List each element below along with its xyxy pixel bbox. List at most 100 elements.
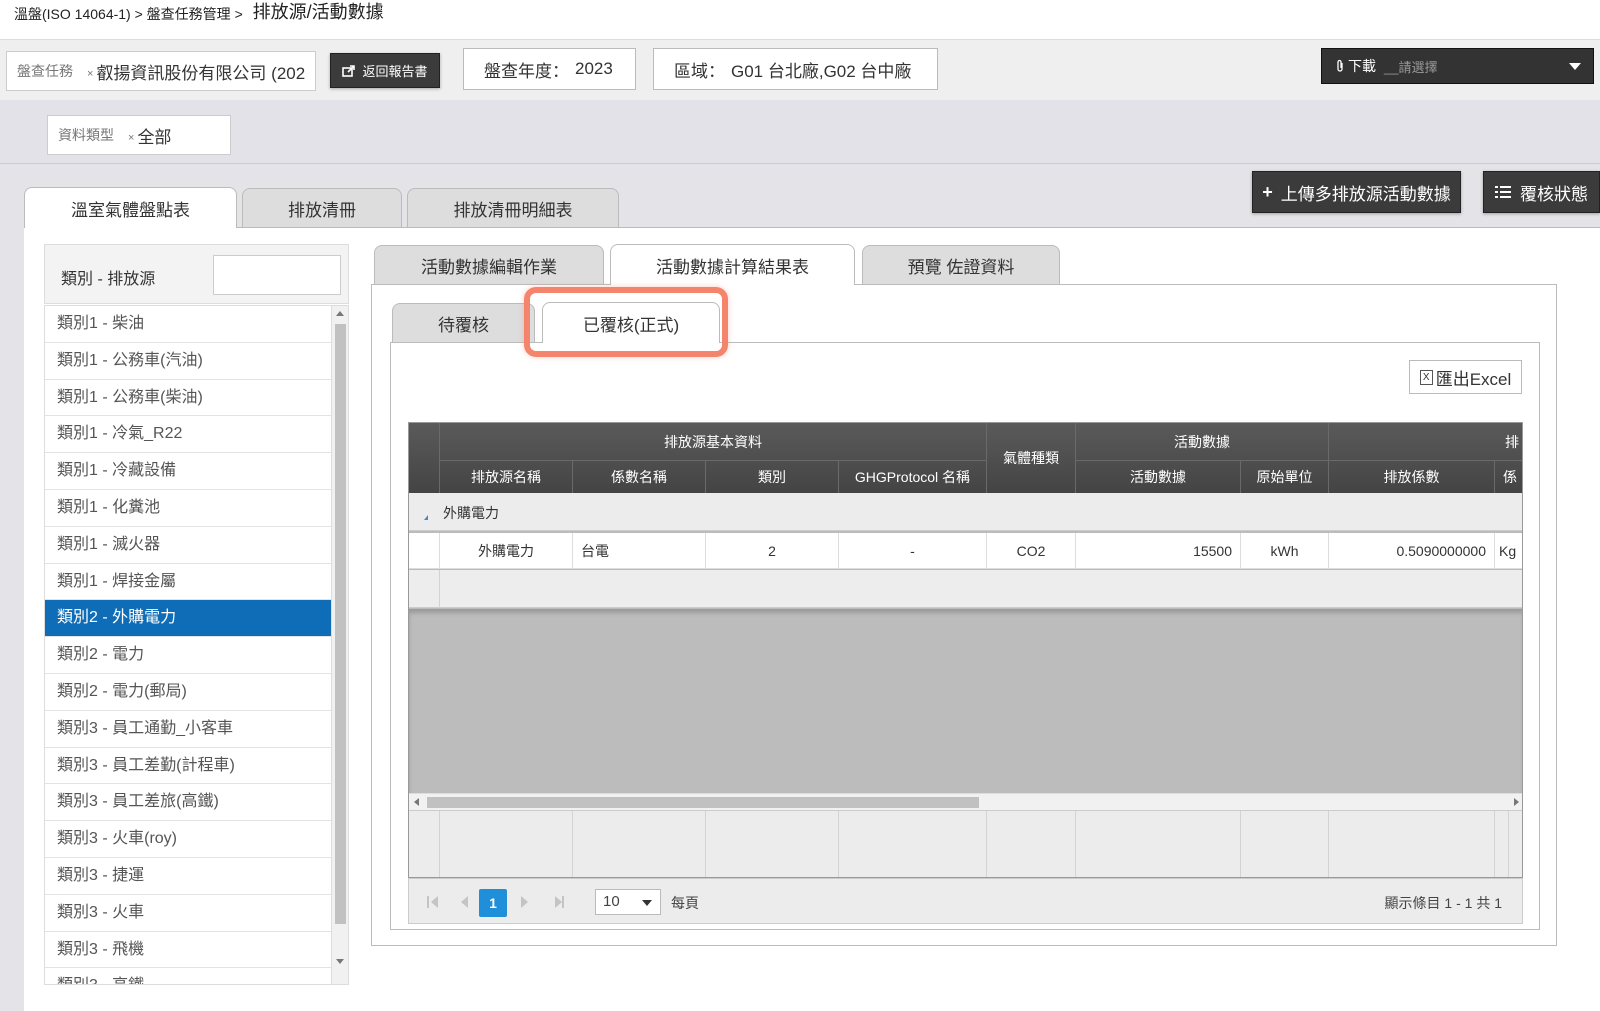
grid-header-factor-name[interactable]: 係數名稱	[573, 461, 706, 493]
sidebar-header: 類別 - 排放源	[44, 244, 349, 304]
cell-category: 2	[706, 533, 839, 569]
datatype-filter-remove-icon[interactable]: ×	[128, 132, 134, 144]
grid-header-original-unit[interactable]: 原始單位	[1241, 461, 1329, 493]
scroll-down-icon[interactable]	[336, 959, 344, 964]
secondary-filter-bar: 資料類型 × 全部	[0, 100, 1600, 164]
grid-group-header-source-basic: 排放源基本資料	[440, 423, 987, 460]
grid-header-gas-type[interactable]: 氣體種類	[987, 423, 1076, 493]
next-page-icon[interactable]	[521, 896, 528, 908]
cell-gas-type: CO2	[987, 533, 1076, 569]
per-page-label: 每頁	[671, 895, 699, 911]
sidebar-item[interactable]: 類別1 - 化糞池	[45, 490, 332, 527]
task-filter-chip[interactable]: 盤查任務 × 叡揚資訊股份有限公司 (202	[6, 51, 316, 91]
sidebar-item[interactable]: 類別3 - 員工通勤_小客車	[45, 711, 332, 748]
grid-header-category[interactable]: 類別	[706, 461, 839, 493]
breadcrumb-separator: >	[234, 6, 243, 22]
collapse-triangle-icon[interactable]	[424, 515, 428, 520]
pagination-bar: 1 10 每頁 顯示條目 1 - 1 共 1	[408, 878, 1523, 924]
current-page-button[interactable]: 1	[479, 889, 507, 917]
sidebar-list: 類別1 - 柴油 類別1 - 公務車(汽油) 類別1 - 公務車(柴油) 類別1 - …	[44, 305, 349, 985]
breadcrumb-item-task-management[interactable]: 盤查任務管理	[147, 4, 231, 24]
year-info: 盤查年度： 2023	[463, 48, 636, 90]
download-placeholder: __請選擇	[1384, 59, 1438, 75]
tab-emission-register-detail[interactable]: 排放清冊明細表	[407, 188, 619, 228]
excel-icon: X	[1419, 369, 1433, 385]
grid-header-emission-factor[interactable]: 排放係數	[1329, 461, 1495, 493]
sidebar-item[interactable]: 類別1 - 冷藏設備	[45, 453, 332, 490]
sidebar-item[interactable]: 類別1 - 冷氣_R22	[45, 416, 332, 454]
return-report-label: 返回報告書	[362, 64, 428, 79]
sidebar-item[interactable]: 類別1 - 柴油	[45, 306, 332, 343]
first-page-icon[interactable]	[431, 896, 438, 908]
grid-header-ghg-protocol-name[interactable]: GHGProtocol 名稱	[839, 461, 987, 493]
plus-icon: +	[1262, 181, 1273, 202]
breadcrumb-item-iso[interactable]: 溫盤(ISO 14064-1)	[14, 4, 131, 24]
grid-group-row[interactable]: 外購電力	[409, 493, 1522, 531]
grid-scroll-thumb[interactable]	[427, 797, 979, 808]
sidebar-item[interactable]: 類別2 - 電力	[45, 637, 332, 674]
sidebar-item[interactable]: 類別1 - 焊接金屬	[45, 564, 332, 601]
sidebar-header-label: 類別 - 排放源	[61, 271, 156, 288]
sidebar-scrollbar[interactable]	[331, 306, 348, 984]
download-label: 下載	[1348, 58, 1376, 74]
grid-empty-body	[409, 609, 1522, 793]
grid-group-header-emission: 排	[1329, 423, 1522, 460]
cell-source-name: 外購電力	[440, 533, 573, 569]
scroll-left-icon[interactable]	[414, 798, 419, 806]
prev-page-icon[interactable]	[461, 896, 468, 908]
tab-activity-edit[interactable]: 活動數據編輯作業	[374, 245, 604, 285]
datatype-filter-chip[interactable]: 資料類型 × 全部	[47, 115, 231, 155]
sidebar-item[interactable]: 類別1 - 公務車(汽油)	[45, 343, 332, 380]
last-page-icon[interactable]	[555, 896, 562, 908]
sidebar-item[interactable]: 類別3 - 飛機	[45, 932, 332, 969]
cell-factor-unit: Kg	[1499, 543, 1517, 559]
scroll-up-icon[interactable]	[336, 311, 344, 316]
page-title: 排放源/活動數據	[252, 2, 384, 22]
sidebar-item[interactable]: 類別2 - 外購電力	[45, 600, 332, 638]
paperclip-icon	[1337, 59, 1343, 72]
sidebar-item[interactable]: 類別1 - 公務車(柴油)	[45, 380, 332, 417]
sidebar-item[interactable]: 類別3 - 火車(roy)	[45, 821, 332, 858]
sidebar-scroll-thumb[interactable]	[335, 324, 346, 924]
tab-reviewed-official[interactable]: 已覆核(正式)	[542, 302, 720, 343]
scroll-right-icon[interactable]	[1514, 798, 1519, 806]
tab-preview-evidence[interactable]: 預覽 佐證資料	[862, 245, 1060, 285]
grid-header-activity-data[interactable]: 活動數據	[1076, 461, 1241, 493]
breadcrumb: 溫盤(ISO 14064-1) > 盤查任務管理 > 排放源/活動數據	[0, 0, 1600, 40]
last-page-icon-bar	[562, 896, 564, 908]
table-row[interactable]: 外購電力 台電 2 - CO2 15500 kWh 0.5090000000 K…	[409, 533, 1522, 569]
sidebar-item[interactable]: 類別3 - 高鐵	[45, 968, 332, 984]
grid-horizontal-scrollbar[interactable]	[409, 793, 1522, 810]
cell-activity-data: 15500	[1076, 533, 1241, 569]
upload-activity-data-button[interactable]: + 上傳多排放源活動數據	[1252, 171, 1461, 213]
year-label: 盤查年度：	[484, 61, 569, 81]
export-excel-button[interactable]: X 匯出Excel	[1409, 360, 1522, 394]
results-grid: 排放源基本資料 氣體種類 活動數據 排 排放源名稱 係數名稱 類別 GHGPro…	[408, 422, 1523, 878]
row-indicator	[409, 533, 440, 569]
grid-empty-row	[409, 570, 1522, 608]
grid-header-factor-unit[interactable]: 係	[1495, 461, 1522, 493]
sidebar-item[interactable]: 類別1 - 滅火器	[45, 527, 332, 564]
first-page-icon-bar	[427, 896, 429, 908]
grid-header-indicator	[409, 423, 440, 493]
download-select[interactable]: 下載 __請選擇	[1321, 48, 1594, 84]
review-status-button[interactable]: 覆核狀態	[1483, 171, 1600, 213]
tab-pending-review[interactable]: 待覆核	[392, 303, 535, 343]
sidebar-item[interactable]: 類別3 - 員工差勤(計程車)	[45, 748, 332, 785]
region-info: 區域： G01 台北廠,G02 台中廠	[653, 48, 938, 90]
grid-header-source-name[interactable]: 排放源名稱	[440, 461, 573, 493]
page-size-value: 10	[603, 893, 620, 910]
task-filter-remove-icon[interactable]: ×	[87, 68, 93, 80]
sidebar-item[interactable]: 類別3 - 捷運	[45, 858, 332, 895]
sidebar-item[interactable]: 類別3 - 火車	[45, 895, 332, 932]
sidebar-search-input[interactable]	[213, 255, 341, 295]
page-size-select[interactable]: 10	[595, 889, 661, 915]
sidebar-item[interactable]: 類別2 - 電力(郵局)	[45, 674, 332, 711]
tab-activity-results[interactable]: 活動數據計算結果表	[610, 244, 855, 285]
return-report-button[interactable]: 返回報告書	[330, 53, 440, 88]
tab-emission-register[interactable]: 排放清冊	[242, 188, 402, 228]
tab-ghg-inventory[interactable]: 溫室氣體盤點表	[24, 187, 237, 228]
grid-group-header-activity: 活動數據	[1076, 423, 1329, 460]
upload-activity-data-label: 上傳多排放源活動數據	[1280, 184, 1451, 204]
sidebar-item[interactable]: 類別3 - 員工差旅(高鐵)	[45, 784, 332, 822]
